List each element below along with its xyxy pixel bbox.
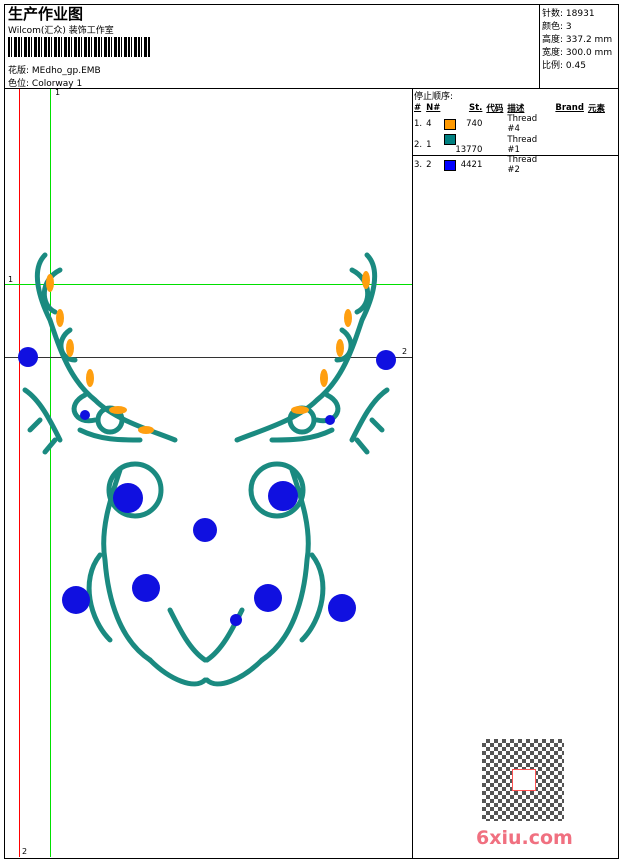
- col-description: 描述: [507, 103, 525, 114]
- stop-sequence-table: # N# St. 代码 描述 Brand 元素 1. 4 740 Thread #4 …: [412, 101, 607, 176]
- col-index: #: [414, 102, 422, 113]
- col-brand: Brand: [555, 102, 584, 113]
- stitches-label: 针数:: [542, 9, 564, 19]
- height-value: 337.2 mm: [565, 35, 613, 45]
- stitches-value: 18931: [565, 9, 595, 19]
- production-worksheet: 生产作业图 Wilcom(汇众) 装饰工作室 花版: MEdho_gp.EMB …: [0, 0, 620, 860]
- col-element: 元素: [587, 103, 605, 114]
- col-code: 代码: [486, 103, 504, 114]
- design-info: 针数: 18931 颜色: 3 高度: 337.2 mm 宽度: 300.0 m…: [542, 6, 612, 71]
- color-swatch: [444, 134, 457, 145]
- color-swatch: [444, 159, 457, 171]
- color-swatch: [444, 118, 457, 130]
- table-row: 1. 4 740 Thread #4: [414, 114, 538, 134]
- embroidery-design: [18, 252, 396, 860]
- table-row: 2. 1 13770 Thread #1: [414, 134, 538, 155]
- colors-label: 颜色:: [542, 22, 564, 32]
- table-header: # N# St. 代码 描述 Brand 元素: [412, 101, 607, 114]
- height-label: 高度:: [542, 35, 564, 45]
- scale-value: 0.45: [565, 61, 586, 71]
- watermark-site: 6xiu.com: [476, 827, 573, 849]
- col-needle: N#: [426, 102, 441, 113]
- colors-value: 3: [565, 22, 572, 32]
- qr-code: [482, 739, 564, 821]
- stamp-logo: [512, 769, 536, 791]
- width-label: 宽度:: [542, 48, 564, 58]
- col-stitches: St.: [468, 102, 483, 113]
- width-value: 300.0 mm: [565, 48, 613, 58]
- scale-label: 比例:: [542, 61, 564, 71]
- sidebar-divider: [412, 88, 413, 858]
- info-divider: [539, 4, 540, 88]
- table-row: 3. 2 4421 Thread #2: [414, 155, 538, 175]
